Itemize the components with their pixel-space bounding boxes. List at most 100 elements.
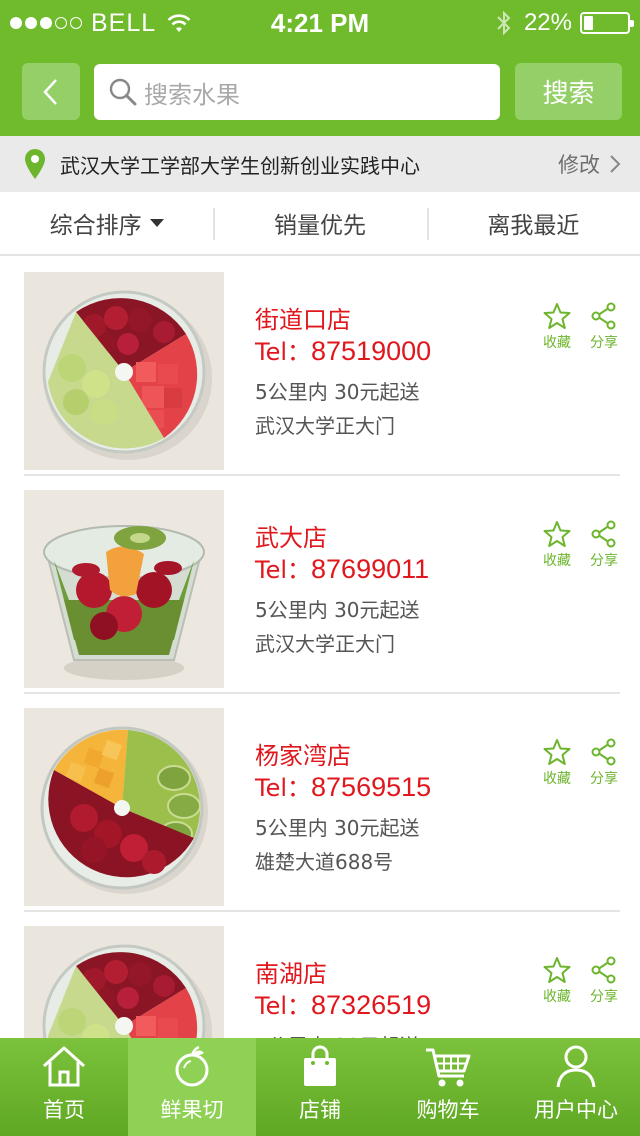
tab-label: 首页 — [43, 1098, 85, 1122]
tel-label: Tel： — [255, 556, 312, 584]
delivery-address: 武汉大学工学部大学生创新创业实践中心 — [60, 153, 420, 178]
share-button[interactable]: 分享 — [584, 302, 624, 352]
fruit-icon — [175, 1045, 209, 1087]
sort-distance[interactable]: 离我最近 — [426, 192, 640, 254]
share-button[interactable]: 分享 — [584, 520, 624, 570]
cart-icon — [426, 1048, 471, 1087]
chevron-right-icon[interactable] — [608, 154, 622, 174]
share-button[interactable]: 分享 — [584, 956, 624, 1006]
edit-address-link[interactable]: 修改 — [558, 149, 600, 179]
store-phone: Tel：87699011 — [255, 550, 429, 585]
share-icon — [591, 956, 616, 984]
sort-bar: 综合排序 销量优先 离我最近 — [0, 192, 640, 256]
shopping-bag-icon — [304, 1045, 336, 1086]
fruit-bowl-image — [24, 926, 224, 1038]
battery-group: 22% — [496, 8, 634, 38]
sort-label: 离我最近 — [487, 213, 580, 239]
delivery-terms: 5公里内 30元起送 — [255, 1029, 420, 1038]
tel-number: 87569515 — [311, 772, 432, 802]
bluetooth-icon — [497, 10, 511, 36]
sort-label: 综合排序 — [49, 213, 142, 239]
star-icon — [543, 739, 571, 765]
store-list: 街道口店 Tel：87519000 5公里内 30元起送 武汉大学正大门 收藏 … — [0, 258, 640, 1038]
store-phone: Tel：87326519 — [255, 986, 431, 1021]
star-icon — [543, 957, 571, 983]
share-label: 分享 — [590, 771, 618, 787]
tab-label: 店铺 — [299, 1098, 341, 1122]
search-input[interactable]: 搜索水果 — [94, 64, 500, 120]
home-icon — [42, 1046, 86, 1087]
favorite-button[interactable]: 收藏 — [537, 956, 577, 1006]
store-item[interactable]: 杨家湾店 Tel：87569515 5公里内 30元起送 雄楚大道688号 收藏… — [24, 694, 620, 912]
tel-label: Tel： — [255, 774, 312, 802]
tel-label: Tel： — [255, 992, 312, 1020]
store-info: 5公里内 30元起送 — [255, 1029, 420, 1038]
store-address: 雄楚大道688号 — [255, 850, 394, 874]
store-info: 5公里内 30元起送 武汉大学正大门 — [255, 375, 420, 443]
share-icon — [591, 302, 616, 330]
chevron-left-icon — [43, 78, 57, 105]
store-address: 武汉大学正大门 — [255, 632, 395, 656]
store-name: 南湖店 — [255, 960, 327, 988]
store-name: 街道口店 — [255, 306, 351, 334]
location-pin-icon — [25, 149, 45, 179]
tab-fresh-cut[interactable]: 鲜果切 — [128, 1038, 256, 1136]
store-item[interactable]: 武大店 Tel：87699011 5公里内 30元起送 武汉大学正大门 收藏 分… — [24, 476, 620, 694]
share-label: 分享 — [590, 335, 618, 351]
tel-label: Tel： — [255, 338, 312, 366]
tel-number: 87326519 — [311, 990, 432, 1020]
battery-percent: 22% — [523, 9, 572, 36]
sort-sales[interactable]: 销量优先 — [213, 192, 426, 254]
store-info: 5公里内 30元起送 武汉大学正大门 — [255, 593, 420, 661]
tab-user-center[interactable]: 用户中心 — [512, 1038, 640, 1136]
store-item[interactable]: 街道口店 Tel：87519000 5公里内 30元起送 武汉大学正大门 收藏 … — [24, 258, 620, 476]
store-phone: Tel：87569515 — [255, 768, 431, 803]
search-button[interactable]: 搜索 — [515, 63, 622, 120]
favorite-label: 收藏 — [543, 335, 571, 351]
battery-tip — [630, 20, 634, 27]
sort-comprehensive[interactable]: 综合排序 — [0, 192, 213, 254]
store-name: 武大店 — [255, 524, 327, 552]
search-icon — [109, 78, 137, 106]
store-phone: Tel：87519000 — [255, 332, 431, 367]
user-icon — [556, 1045, 596, 1088]
fruit-bowl-image — [24, 708, 224, 906]
status-bar: BELL 4:21 PM 22% — [0, 0, 640, 44]
favorite-label: 收藏 — [543, 553, 571, 569]
header: BELL 4:21 PM 22% 搜索水果 搜索 — [0, 0, 640, 136]
share-icon — [591, 520, 616, 548]
star-icon — [543, 303, 571, 329]
share-label: 分享 — [590, 989, 618, 1005]
favorite-label: 收藏 — [543, 989, 571, 1005]
store-address: 武汉大学正大门 — [255, 414, 395, 438]
favorite-button[interactable]: 收藏 — [537, 302, 577, 352]
delivery-terms: 5公里内 30元起送 — [255, 380, 420, 404]
battery-icon — [580, 12, 634, 34]
back-button[interactable] — [22, 63, 80, 120]
delivery-terms: 5公里内 30元起送 — [255, 816, 420, 840]
favorite-button[interactable]: 收藏 — [537, 738, 577, 788]
tab-store[interactable]: 店铺 — [256, 1038, 384, 1136]
store-item[interactable]: 南湖店 Tel：87326519 5公里内 30元起送 收藏 分享 — [24, 912, 620, 1038]
fruit-bowl-image — [24, 272, 224, 470]
tab-label: 鲜果切 — [160, 1098, 224, 1122]
sort-label: 销量优先 — [273, 213, 366, 239]
location-bar: 武汉大学工学部大学生创新创业实践中心 修改 — [0, 136, 640, 192]
favorite-button[interactable]: 收藏 — [537, 520, 577, 570]
store-name: 杨家湾店 — [255, 742, 351, 770]
tab-label: 用户中心 — [534, 1098, 618, 1122]
battery-fill — [584, 16, 593, 30]
star-icon — [543, 521, 571, 547]
delivery-terms: 5公里内 30元起送 — [255, 598, 420, 622]
caret-down-icon — [149, 219, 164, 227]
fruit-bowl-image — [24, 490, 224, 688]
tab-cart[interactable]: 购物车 — [384, 1038, 512, 1136]
tel-number: 87699011 — [311, 554, 430, 584]
share-button[interactable]: 分享 — [584, 738, 624, 788]
tab-home[interactable]: 首页 — [0, 1038, 128, 1136]
search-placeholder: 搜索水果 — [144, 80, 240, 109]
tel-number: 87519000 — [311, 336, 432, 366]
favorite-label: 收藏 — [543, 771, 571, 787]
share-icon — [591, 738, 616, 766]
share-label: 分享 — [590, 553, 618, 569]
